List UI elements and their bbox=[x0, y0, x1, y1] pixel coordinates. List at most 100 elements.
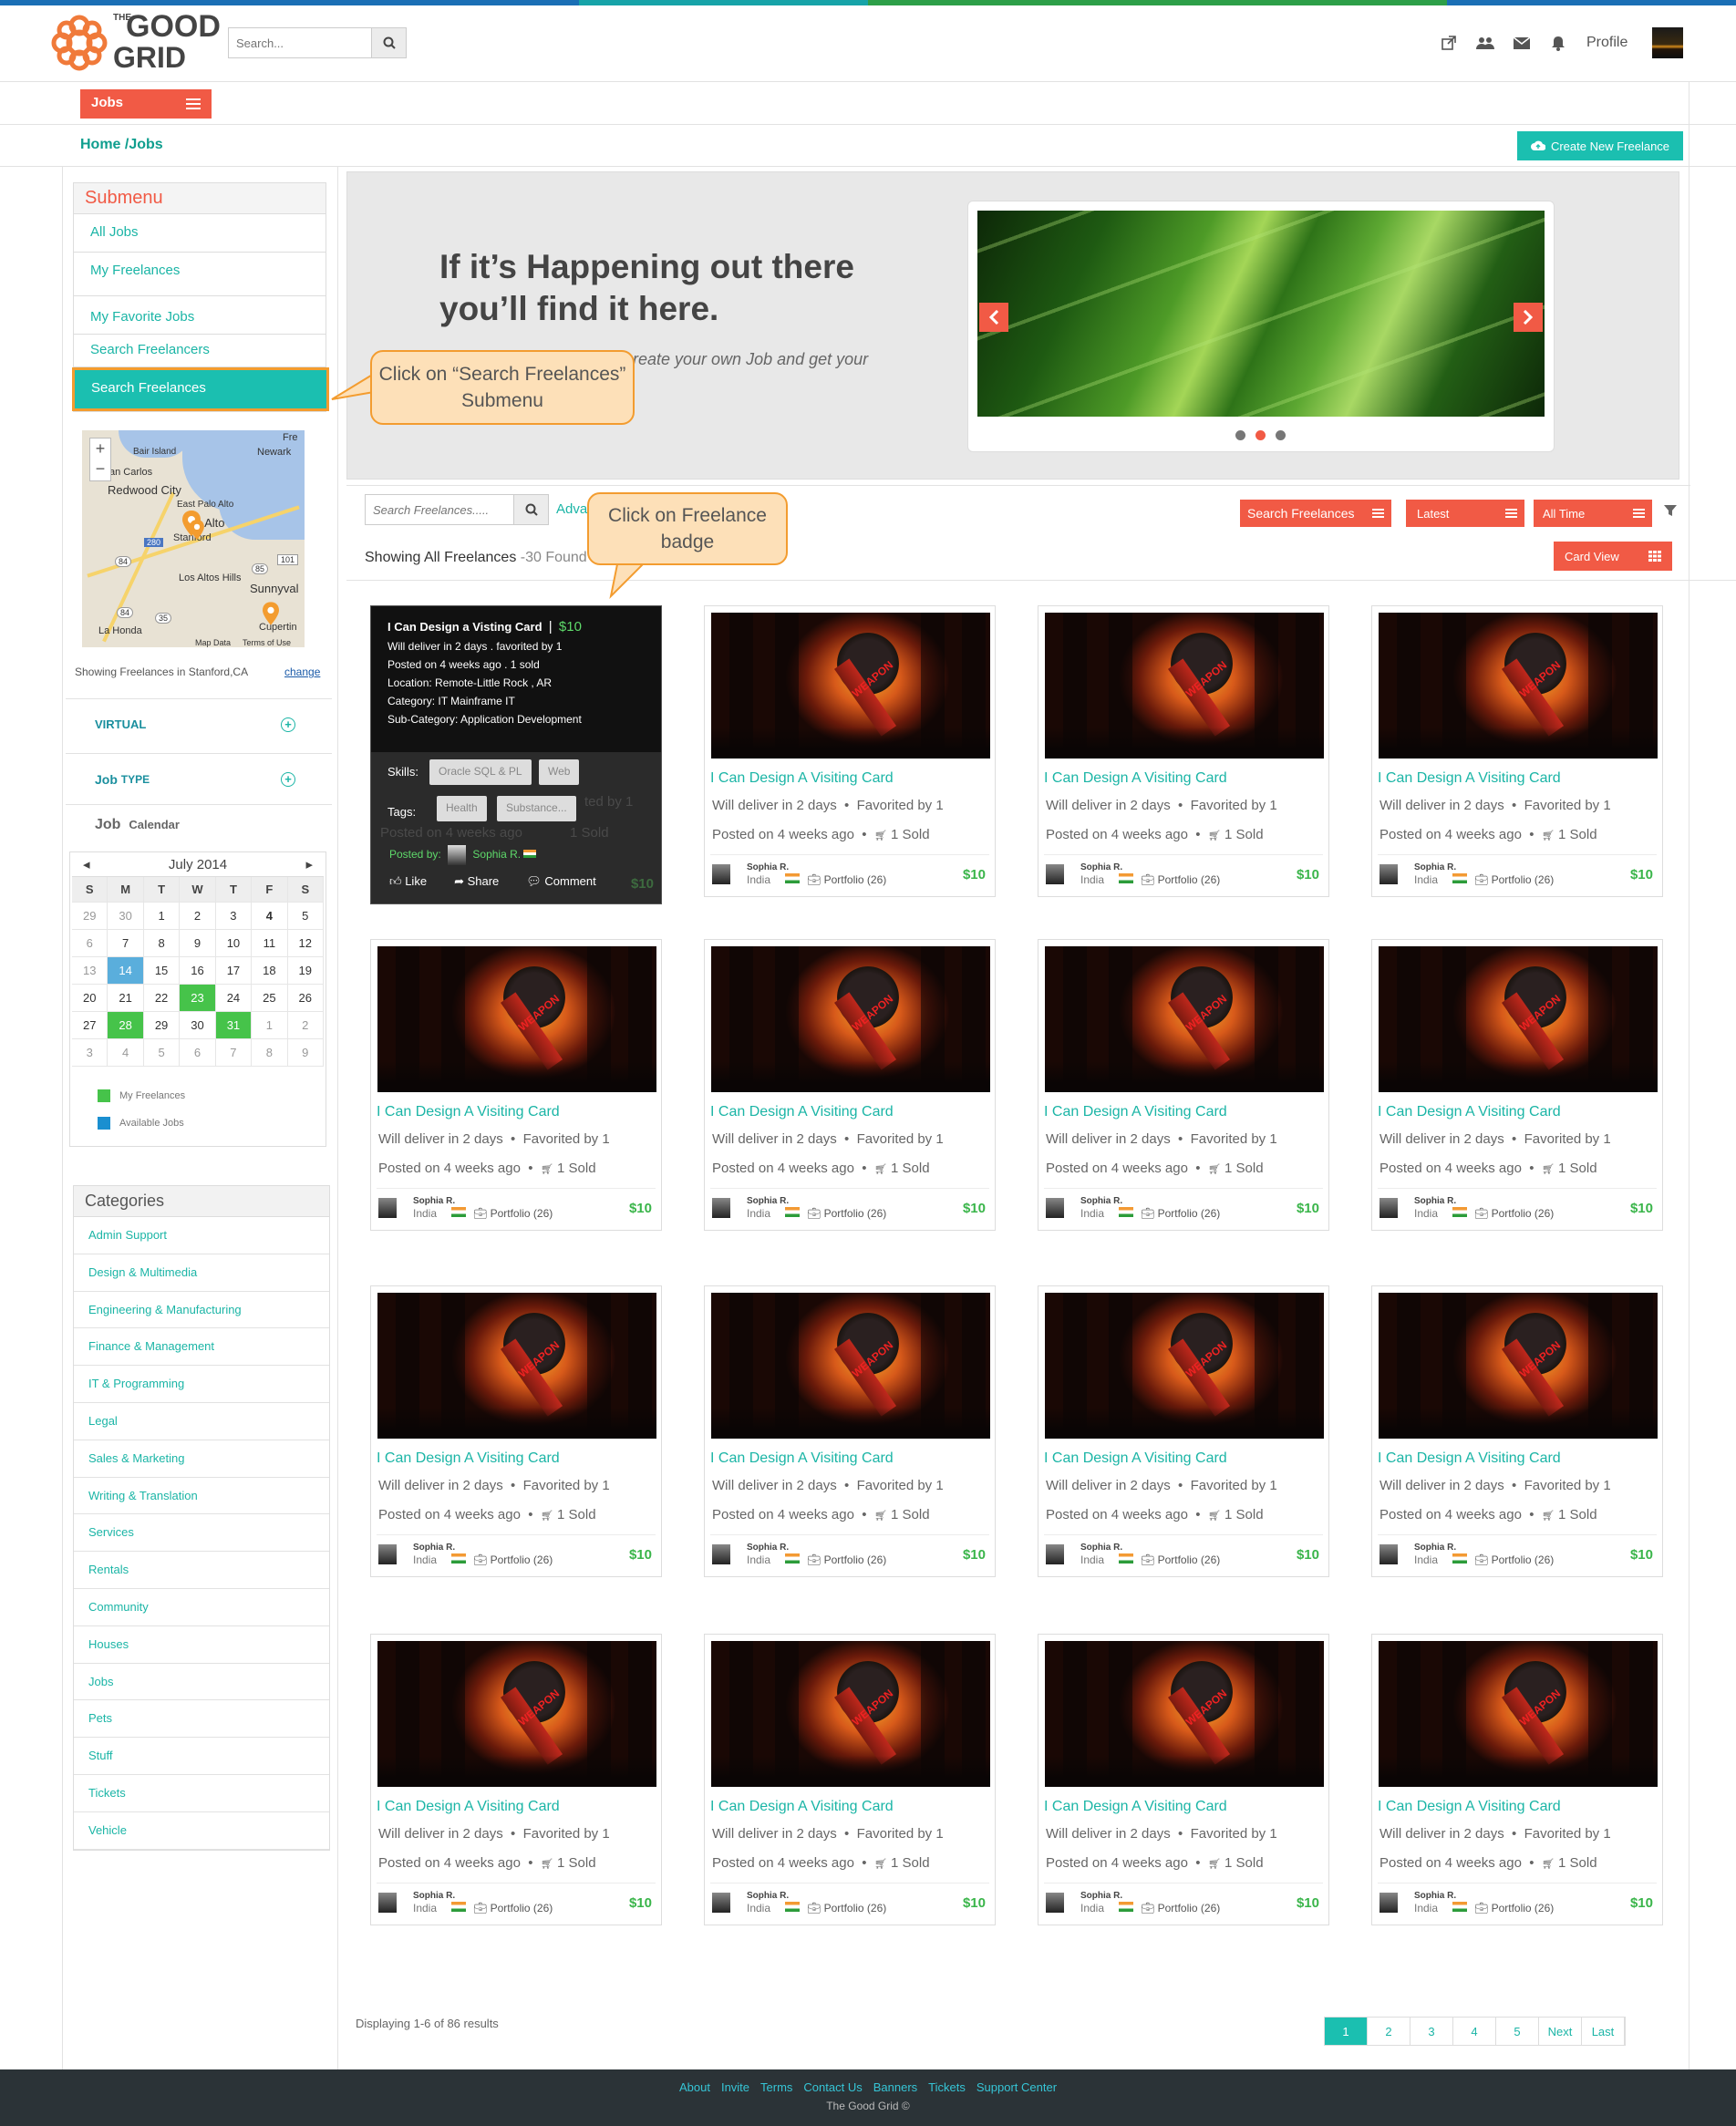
author-name[interactable]: Sophia R. bbox=[1080, 1891, 1122, 1901]
calendar-day[interactable]: 6 bbox=[180, 1039, 216, 1067]
author-name[interactable]: Sophia R. bbox=[1080, 1543, 1122, 1553]
freelance-card[interactable]: WEAPON I Can Design A Visiting Card Will d… bbox=[370, 939, 662, 1231]
author-avatar[interactable] bbox=[712, 1544, 730, 1564]
portfolio-link[interactable]: 💼︎ Portfolio (26) bbox=[1141, 1207, 1220, 1220]
card-image[interactable]: WEAPON bbox=[1045, 1641, 1324, 1787]
portfolio-link[interactable]: 💼︎ Portfolio (26) bbox=[807, 1902, 886, 1914]
author-name[interactable]: Sophia R. bbox=[413, 1891, 455, 1901]
plus-circle-icon[interactable]: + bbox=[281, 772, 295, 787]
author-name[interactable]: Sophia R. bbox=[747, 862, 789, 872]
calendar-day[interactable]: 24 bbox=[215, 985, 253, 1012]
freelance-card[interactable]: WEAPON I Can Design A Visiting Card Will d… bbox=[370, 1634, 662, 1925]
card-title[interactable]: I Can Design A Visiting Card bbox=[1044, 1450, 1227, 1467]
author-avatar[interactable] bbox=[378, 1198, 397, 1218]
portfolio-link[interactable]: 💼︎ Portfolio (26) bbox=[1141, 1902, 1220, 1914]
category-item[interactable]: Services bbox=[74, 1514, 329, 1553]
calendar-day[interactable]: 22 bbox=[143, 985, 181, 1012]
calendar-day[interactable]: 6 bbox=[72, 930, 108, 957]
map-zoom-in-button[interactable]: + bbox=[90, 439, 110, 459]
slider-next-button[interactable] bbox=[1514, 303, 1543, 332]
calendar-day[interactable]: 25 bbox=[252, 985, 288, 1012]
author-name[interactable]: Sophia R. bbox=[747, 1196, 789, 1206]
sort-dropdown[interactable]: Latest bbox=[1406, 500, 1524, 527]
card-title[interactable]: I Can Design A Visiting Card bbox=[1044, 1799, 1227, 1815]
filter-icon[interactable] bbox=[1663, 503, 1678, 522]
card-image[interactable]: WEAPON bbox=[377, 1293, 656, 1439]
freelance-card[interactable]: WEAPON I Can Design A Visiting Card Will d… bbox=[1038, 1285, 1329, 1577]
page-button[interactable]: 1 bbox=[1325, 2018, 1368, 2045]
time-dropdown[interactable]: All Time bbox=[1534, 500, 1652, 527]
calendar-day[interactable]: 28 bbox=[108, 1012, 144, 1039]
freelance-card[interactable]: WEAPON I Can Design A Visiting Card Will d… bbox=[704, 939, 996, 1231]
tag-chip[interactable]: Substance... bbox=[497, 796, 576, 821]
author-name[interactable]: Sophia R. bbox=[1414, 1891, 1456, 1901]
card-image[interactable]: WEAPON bbox=[377, 946, 656, 1092]
calendar-day[interactable]: 27 bbox=[72, 1012, 108, 1039]
calendar-day[interactable]: 12 bbox=[287, 930, 324, 957]
create-freelance-button[interactable]: Create New Freelance bbox=[1517, 131, 1683, 160]
calendar-day[interactable]: 9 bbox=[287, 1039, 324, 1067]
header-search-input[interactable] bbox=[229, 28, 371, 57]
portfolio-link[interactable]: 💼︎ Portfolio (26) bbox=[1474, 1553, 1554, 1566]
users-icon[interactable] bbox=[1475, 33, 1495, 53]
author-avatar[interactable] bbox=[712, 1198, 730, 1218]
submenu-item-favorite-jobs[interactable]: My Favorite Jobs bbox=[74, 296, 326, 335]
freelance-card[interactable]: WEAPON I Can Design A Visiting Card Will d… bbox=[704, 1285, 996, 1577]
card-title[interactable]: I Can Design A Visiting Card bbox=[377, 1799, 560, 1815]
calendar-day[interactable]: 1 bbox=[143, 903, 181, 930]
card-title[interactable]: I Can Design A Visiting Card bbox=[710, 1450, 894, 1467]
author-avatar[interactable] bbox=[1046, 864, 1064, 884]
card-image[interactable]: WEAPON bbox=[1379, 1641, 1658, 1787]
share-button[interactable]: ➦ Share bbox=[454, 874, 499, 889]
page-button[interactable]: 4 bbox=[1453, 2018, 1496, 2045]
card-image[interactable]: WEAPON bbox=[1045, 1293, 1324, 1439]
calendar-day[interactable]: 29 bbox=[143, 1012, 181, 1039]
card-image[interactable]: WEAPON bbox=[711, 1293, 990, 1439]
profile-link[interactable]: Profile bbox=[1586, 35, 1628, 51]
card-title[interactable]: I Can Design A Visiting Card bbox=[1378, 1450, 1561, 1467]
slider-prev-button[interactable] bbox=[979, 303, 1008, 332]
calendar-day[interactable]: 8 bbox=[252, 1039, 288, 1067]
author-name[interactable]: Sophia R. bbox=[747, 1891, 789, 1901]
category-item[interactable]: Houses bbox=[74, 1626, 329, 1664]
calendar-prev-button[interactable]: ◂ bbox=[83, 856, 90, 872]
submenu-item-my-freelances[interactable]: My Freelances bbox=[74, 253, 326, 296]
filter-job-type[interactable]: Job TYPE + bbox=[66, 753, 332, 804]
portfolio-link[interactable]: 💼︎ Portfolio (26) bbox=[473, 1207, 553, 1220]
calendar-day[interactable]: 31 bbox=[215, 1012, 253, 1039]
author-name[interactable]: Sophia R. bbox=[747, 1543, 789, 1553]
calendar-day[interactable]: 16 bbox=[180, 957, 216, 985]
breadcrumb[interactable]: Home /Jobs bbox=[80, 137, 163, 153]
calendar-day[interactable]: 13 bbox=[72, 957, 108, 985]
portfolio-link[interactable]: 💼︎ Portfolio (26) bbox=[1141, 1553, 1220, 1566]
change-location-link[interactable]: change bbox=[284, 666, 320, 678]
category-item[interactable]: Tickets bbox=[74, 1775, 329, 1812]
freelance-search-button[interactable] bbox=[513, 495, 548, 524]
calendar-day[interactable]: 18 bbox=[252, 957, 288, 985]
card-image[interactable]: WEAPON bbox=[1379, 1293, 1658, 1439]
author-avatar[interactable] bbox=[378, 1544, 397, 1564]
map-pin-icon[interactable] bbox=[190, 520, 204, 540]
card-image[interactable]: WEAPON bbox=[1045, 946, 1324, 1092]
freelance-card[interactable]: WEAPON I Can Design A Visiting Card Will d… bbox=[1371, 939, 1663, 1231]
envelope-icon[interactable] bbox=[1512, 33, 1532, 53]
slider-dot[interactable] bbox=[1276, 430, 1286, 440]
header-search-button[interactable] bbox=[371, 28, 406, 57]
card-title[interactable]: I Can Design A Visiting Card bbox=[1044, 770, 1227, 787]
calendar-day[interactable]: 5 bbox=[287, 903, 324, 930]
category-item[interactable]: IT & Programming bbox=[74, 1366, 329, 1403]
category-item[interactable]: Sales & Marketing bbox=[74, 1440, 329, 1478]
footer-link[interactable]: Support Center bbox=[976, 2080, 1057, 2094]
author-name[interactable]: Sophia R. bbox=[413, 1196, 455, 1206]
footer-link[interactable]: Invite bbox=[721, 2080, 749, 2094]
freelance-card[interactable]: WEAPON I Can Design A Visiting Card Will d… bbox=[1038, 1634, 1329, 1925]
calendar-day[interactable]: 7 bbox=[215, 1039, 253, 1067]
author-avatar[interactable] bbox=[1046, 1544, 1064, 1564]
map-zoom-out-button[interactable]: − bbox=[90, 459, 110, 479]
search-freelances-dropdown[interactable]: Search Freelances bbox=[1240, 500, 1391, 527]
calendar-day[interactable]: 3 bbox=[72, 1039, 108, 1067]
category-item[interactable]: Finance & Management bbox=[74, 1328, 329, 1367]
jobs-menu-button[interactable]: Jobs bbox=[80, 89, 212, 119]
author-name[interactable]: Sophia R. bbox=[1080, 1196, 1122, 1206]
author-name[interactable]: Sophia R. bbox=[1080, 862, 1122, 872]
